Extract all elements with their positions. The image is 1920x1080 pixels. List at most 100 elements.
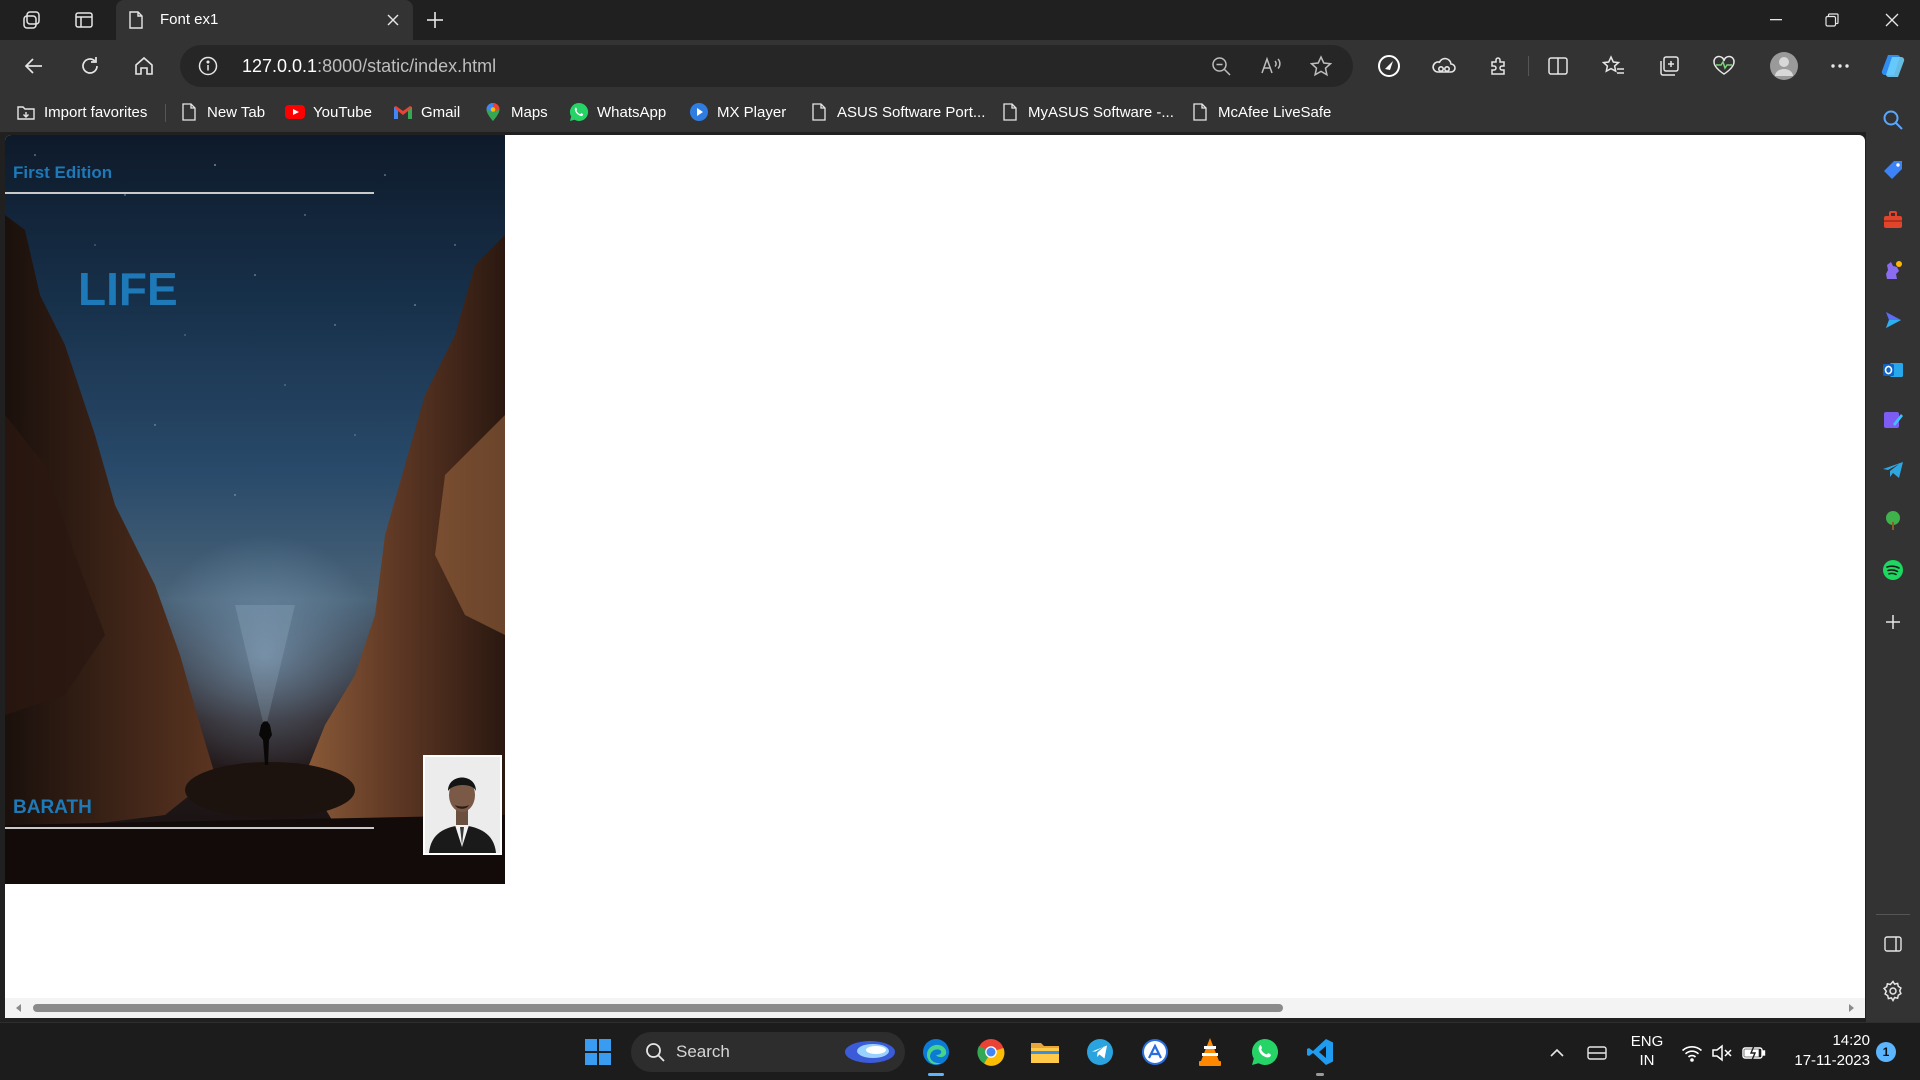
page-viewport: First Edition LIFE BARATH xyxy=(5,135,1865,1018)
language-indicator[interactable]: ENG IN xyxy=(1625,1032,1669,1070)
home-icon[interactable] xyxy=(126,48,162,84)
chrome-icon[interactable] xyxy=(973,1034,1009,1070)
author-photo xyxy=(423,755,502,855)
scroll-right-icon[interactable] xyxy=(1845,1002,1857,1014)
tab-active[interactable]: Font ex1 xyxy=(116,0,413,40)
author-underline xyxy=(5,827,374,829)
edge-taskbar-icon[interactable] xyxy=(918,1034,954,1076)
tools-icon[interactable] xyxy=(1881,208,1905,232)
bookmark-maps[interactable]: Maps xyxy=(483,100,548,124)
bookmark-gmail[interactable]: Gmail xyxy=(393,100,460,124)
windows-taskbar: Search ENG IN 14:20 17-11-2023 1 xyxy=(0,1022,1920,1080)
bookmark-label: YouTube xyxy=(313,103,372,121)
search-icon xyxy=(645,1042,665,1067)
bookmark-youtube[interactable]: YouTube xyxy=(285,100,372,124)
shopping-tag-icon[interactable] xyxy=(1881,158,1905,182)
bookmark-new-tab[interactable]: New Tab xyxy=(179,100,265,124)
zoom-out-icon[interactable] xyxy=(1209,54,1233,78)
read-aloud-icon[interactable] xyxy=(1259,54,1283,78)
avatar[interactable] xyxy=(1768,50,1800,82)
scrollbar-thumb[interactable] xyxy=(33,1004,1283,1012)
new-tab-icon[interactable] xyxy=(419,4,451,36)
tab-title: Font ex1 xyxy=(160,11,219,28)
address-bar[interactable]: 127.0.0.1:8000/static/index.html xyxy=(180,45,1353,87)
page-icon xyxy=(809,102,829,122)
bookmark-label: Import favorites xyxy=(44,103,148,121)
restore-icon[interactable] xyxy=(1804,0,1860,40)
edition-underline xyxy=(5,192,374,194)
designer-icon[interactable] xyxy=(1881,408,1905,432)
page-icon xyxy=(1000,102,1020,122)
performance-icon[interactable] xyxy=(1710,52,1738,80)
add-sidebar-app-icon[interactable] xyxy=(1881,610,1905,634)
bookmark-label: McAfee LiveSafe xyxy=(1218,103,1332,121)
bookmark-myasus-software[interactable]: MyASUS Software -... xyxy=(1000,100,1174,124)
site-info-icon[interactable] xyxy=(198,56,218,81)
bookmark-mx-player[interactable]: MX Player xyxy=(689,100,786,124)
browser-essentials-icon[interactable] xyxy=(1375,52,1403,80)
gmail-icon xyxy=(393,102,413,122)
clock-date: 17-11-2023 xyxy=(1794,1052,1870,1069)
notification-badge[interactable]: 1 xyxy=(1876,1042,1896,1062)
bookmark-label: MX Player xyxy=(717,103,787,121)
taskbar-search-box[interactable]: Search xyxy=(631,1032,905,1072)
bookmark-whatsapp[interactable]: WhatsApp xyxy=(569,100,666,124)
bookmark-mcafee-livesafe[interactable]: McAfee LiveSafe xyxy=(1190,100,1331,124)
minimize-icon[interactable] xyxy=(1748,0,1804,40)
bookmarks-bar: Import favorites New Tab YouTube Gmail M… xyxy=(0,92,1920,132)
speaker-muted-icon[interactable] xyxy=(1710,1041,1734,1065)
bookmark-label: Gmail xyxy=(421,103,461,121)
copilot-sidebar-icon[interactable] xyxy=(1881,308,1905,332)
whatsapp-icon xyxy=(569,102,589,122)
cloud-sync-icon[interactable] xyxy=(1430,52,1458,80)
collections-icon[interactable] xyxy=(1655,52,1683,80)
sidebar-divider xyxy=(1876,914,1910,915)
file-explorer-icon[interactable] xyxy=(1027,1034,1063,1070)
split-screen-icon[interactable] xyxy=(1544,52,1572,80)
scroll-left-icon[interactable] xyxy=(13,1002,25,1014)
favorites-icon[interactable] xyxy=(1600,52,1628,80)
battery-charging-icon[interactable] xyxy=(1742,1041,1766,1065)
games-icon[interactable] xyxy=(1881,258,1905,282)
extensions-icon[interactable] xyxy=(1485,52,1513,80)
more-options-icon[interactable] xyxy=(1826,52,1854,80)
back-icon[interactable] xyxy=(16,48,52,84)
url-host: 127.0.0.1 xyxy=(242,56,318,76)
maps-icon xyxy=(483,102,503,122)
hide-sidebar-icon[interactable] xyxy=(1881,932,1905,956)
outlook-icon[interactable] xyxy=(1881,358,1905,382)
bookmark-import-favorites[interactable]: Import favorites xyxy=(16,100,147,124)
workspaces-icon[interactable] xyxy=(14,4,50,36)
refresh-icon[interactable] xyxy=(72,48,108,84)
page-icon xyxy=(1190,102,1210,122)
app-store-icon[interactable] xyxy=(1137,1034,1173,1070)
clock[interactable]: 14:20 17-11-2023 xyxy=(1776,1031,1870,1071)
horizontal-scrollbar[interactable] xyxy=(5,998,1865,1018)
search-label: Search xyxy=(676,1042,730,1061)
vscode-icon[interactable] xyxy=(1302,1034,1338,1076)
tab-actions-icon[interactable] xyxy=(66,4,102,36)
mxplayer-icon xyxy=(689,102,709,122)
url-text[interactable]: 127.0.0.1:8000/static/index.html xyxy=(242,56,496,77)
browser-toolbar: 127.0.0.1:8000/static/index.html xyxy=(0,40,1920,92)
bookmark-asus-software-portal[interactable]: ASUS Software Port... xyxy=(809,100,985,124)
edition-label: First Edition xyxy=(13,163,113,182)
page-icon xyxy=(128,11,144,34)
wifi-icon[interactable] xyxy=(1680,1041,1704,1065)
search-icon[interactable] xyxy=(1881,108,1905,132)
close-tab-icon[interactable] xyxy=(381,8,405,32)
favorite-star-icon[interactable] xyxy=(1309,54,1333,78)
touch-keyboard-icon[interactable] xyxy=(1585,1041,1609,1065)
close-window-icon[interactable] xyxy=(1864,0,1920,40)
copilot-icon[interactable] xyxy=(1879,52,1907,80)
show-hidden-icons-chevron-icon[interactable] xyxy=(1545,1041,1569,1065)
spotify-icon[interactable] xyxy=(1881,558,1905,582)
tree-icon[interactable] xyxy=(1881,508,1905,532)
telegram-icon[interactable] xyxy=(1082,1034,1118,1070)
vlc-icon[interactable] xyxy=(1192,1034,1228,1070)
windows-start-icon[interactable] xyxy=(580,1034,616,1070)
settings-gear-icon[interactable] xyxy=(1881,979,1905,1003)
telegram-send-icon[interactable] xyxy=(1881,458,1905,482)
import-icon xyxy=(16,102,36,122)
whatsapp-taskbar-icon[interactable] xyxy=(1247,1034,1283,1070)
